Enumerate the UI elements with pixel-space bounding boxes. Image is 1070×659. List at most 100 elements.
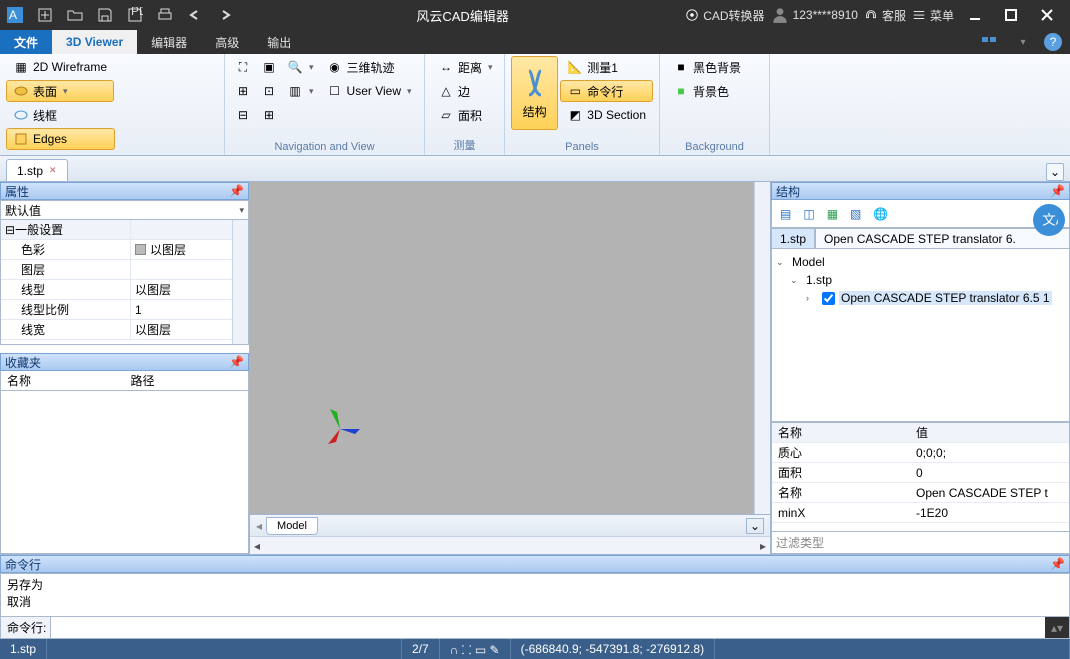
- btn-measure1[interactable]: 📐测量1: [560, 56, 653, 78]
- file-tab[interactable]: 1.stp ✕: [6, 159, 68, 181]
- structure-tree[interactable]: ⌄Model ⌄1.stp ›Open CASCADE STEP transla…: [771, 248, 1070, 422]
- black-bg-icon: ■: [673, 59, 689, 75]
- status-file: 1.stp: [0, 639, 47, 659]
- tab-3d-viewer[interactable]: 3D Viewer: [52, 30, 137, 54]
- menu-button[interactable]: 菜单: [912, 7, 954, 24]
- btn-bg-color[interactable]: ■背景色: [666, 80, 748, 102]
- btn-nav4[interactable]: ⊟: [231, 104, 255, 126]
- user-account[interactable]: 123****8910: [771, 6, 858, 24]
- btn-structure[interactable]: 结构: [511, 56, 558, 130]
- btn-area[interactable]: ▱面积: [431, 104, 500, 126]
- struct-tab-translator[interactable]: Open CASCADE STEP translator 6.: [815, 228, 1070, 248]
- pin-icon[interactable]: 📌: [1050, 184, 1065, 198]
- save-as-icon[interactable]: PDF: [122, 4, 148, 26]
- btn-black-bg[interactable]: ■黑色背景: [666, 56, 748, 78]
- translate-badge-icon[interactable]: 文A: [1033, 204, 1065, 236]
- btn-nav5[interactable]: ⊞: [257, 104, 281, 126]
- undo-icon[interactable]: [182, 4, 208, 26]
- pp-row[interactable]: minX-1E20: [772, 503, 1069, 523]
- prop-row-linetype[interactable]: 线型以图层: [1, 280, 248, 300]
- file-tab-close-icon[interactable]: ✕: [49, 165, 57, 176]
- btn-distance[interactable]: ↔距离: [431, 56, 500, 78]
- pp-row[interactable]: 名称Open CASCADE STEP t: [772, 483, 1069, 503]
- tree-node-model[interactable]: ⌄Model: [774, 253, 1067, 271]
- btn-edges[interactable]: Edges: [6, 128, 115, 150]
- btn-zoom-extents[interactable]: ⛶: [231, 56, 255, 78]
- prop-row-color[interactable]: 色彩以图层: [1, 240, 248, 260]
- btn-3d-orbit[interactable]: ◉三维轨迹: [320, 56, 402, 78]
- struct-tool-2-icon[interactable]: ◫: [799, 203, 818, 225]
- btn-user-view[interactable]: ☐User View: [320, 80, 419, 102]
- vp-tab-left-icon[interactable]: ◂: [256, 519, 262, 533]
- btn-wireframe[interactable]: 线框: [6, 104, 114, 126]
- struct-tool-3-icon[interactable]: ▦: [823, 203, 842, 225]
- btn-nav1[interactable]: ⊞: [231, 80, 255, 102]
- viewport-canvas[interactable]: [250, 182, 754, 514]
- redo-icon[interactable]: [212, 4, 238, 26]
- btn-nav3[interactable]: ▥: [283, 80, 318, 102]
- filter-input[interactable]: 过滤类型: [771, 532, 1070, 554]
- struct-tool-5-icon[interactable]: 🌐: [869, 203, 892, 225]
- tree-checkbox[interactable]: [822, 292, 835, 305]
- command-scroll-icon[interactable]: ▴▾: [1045, 621, 1069, 635]
- tab-file[interactable]: 文件: [0, 30, 52, 54]
- edge-icon: △: [438, 83, 454, 99]
- pin-icon[interactable]: 📌: [1050, 557, 1065, 571]
- tree-node-leaf[interactable]: ›Open CASCADE STEP translator 6.5 1: [774, 289, 1067, 307]
- file-tabs-more-icon[interactable]: ⌄: [1046, 163, 1064, 181]
- status-empty: [47, 639, 402, 659]
- maximize-icon[interactable]: [998, 4, 1024, 26]
- pin-icon[interactable]: 📌: [229, 355, 244, 369]
- cmdline-icon: ▭: [567, 83, 583, 99]
- close-icon[interactable]: [1034, 4, 1060, 26]
- status-tools[interactable]: ∩ ⸬ ▭ ✎: [440, 639, 511, 659]
- prop-row-layer[interactable]: 图层: [1, 260, 248, 280]
- properties-scrollbar[interactable]: [232, 220, 248, 344]
- model-tab[interactable]: Model: [266, 517, 318, 535]
- struct-tab-file[interactable]: 1.stp: [771, 228, 815, 248]
- btn-nav2[interactable]: ⊡: [257, 80, 281, 102]
- command-input-label: 命令行:: [1, 617, 51, 638]
- favorites-list[interactable]: [0, 391, 249, 554]
- help-icon[interactable]: ?: [1044, 33, 1062, 51]
- properties-panel-title: 属性📌: [0, 182, 249, 200]
- btn-edge[interactable]: △边: [431, 80, 500, 102]
- tab-output[interactable]: 输出: [253, 30, 305, 54]
- properties-preset-combo[interactable]: 默认值: [0, 200, 249, 220]
- pp-row[interactable]: 面积0: [772, 463, 1069, 483]
- viewport-hscroll[interactable]: ◂▸: [250, 536, 770, 554]
- command-input[interactable]: [51, 617, 1045, 638]
- btn-zoom[interactable]: 🔍: [283, 56, 318, 78]
- prop-row-lwidth[interactable]: 线宽以图层: [1, 320, 248, 340]
- vp-tabs-dd-icon[interactable]: ⌄: [746, 518, 764, 534]
- btn-3d-section[interactable]: ◩3D Section: [560, 104, 653, 126]
- window-list-icon[interactable]: [976, 31, 1002, 53]
- support-button[interactable]: 客服: [864, 7, 906, 24]
- command-panel-title: 命令行📌: [0, 555, 1070, 573]
- tab-editor[interactable]: 编辑器: [137, 30, 201, 54]
- tab-advanced[interactable]: 高级: [201, 30, 253, 54]
- group-measure: 测量: [431, 135, 498, 155]
- struct-tool-4-icon[interactable]: ▧: [846, 203, 865, 225]
- settings-icon[interactable]: ▾: [1010, 31, 1036, 53]
- struct-tool-1-icon[interactable]: ▤: [776, 203, 795, 225]
- print-icon[interactable]: [152, 4, 178, 26]
- new-icon[interactable]: [32, 4, 58, 26]
- save-icon[interactable]: [92, 4, 118, 26]
- btn-zoom-window[interactable]: ▣: [257, 56, 281, 78]
- tree-node-file[interactable]: ⌄1.stp: [774, 271, 1067, 289]
- structure-panel-title: 结构📌: [771, 182, 1070, 200]
- pp-row[interactable]: 质心0;0;0;: [772, 443, 1069, 463]
- pin-icon[interactable]: 📌: [229, 184, 244, 198]
- btn-commandline[interactable]: ▭命令行: [560, 80, 653, 102]
- minimize-icon[interactable]: [962, 4, 988, 26]
- open-icon[interactable]: [62, 4, 88, 26]
- favorites-panel-title: 收藏夹📌: [0, 353, 249, 371]
- btn-surface[interactable]: 表面: [6, 80, 114, 102]
- viewport-scrollbar[interactable]: [754, 182, 770, 514]
- cad-converter-button[interactable]: CAD转换器: [685, 7, 764, 24]
- btn-2d-wireframe[interactable]: ▦2D Wireframe: [6, 56, 114, 78]
- status-page: 2/7: [402, 639, 440, 659]
- svg-text:文A: 文A: [1042, 213, 1058, 228]
- prop-row-lscale[interactable]: 线型比例1: [1, 300, 248, 320]
